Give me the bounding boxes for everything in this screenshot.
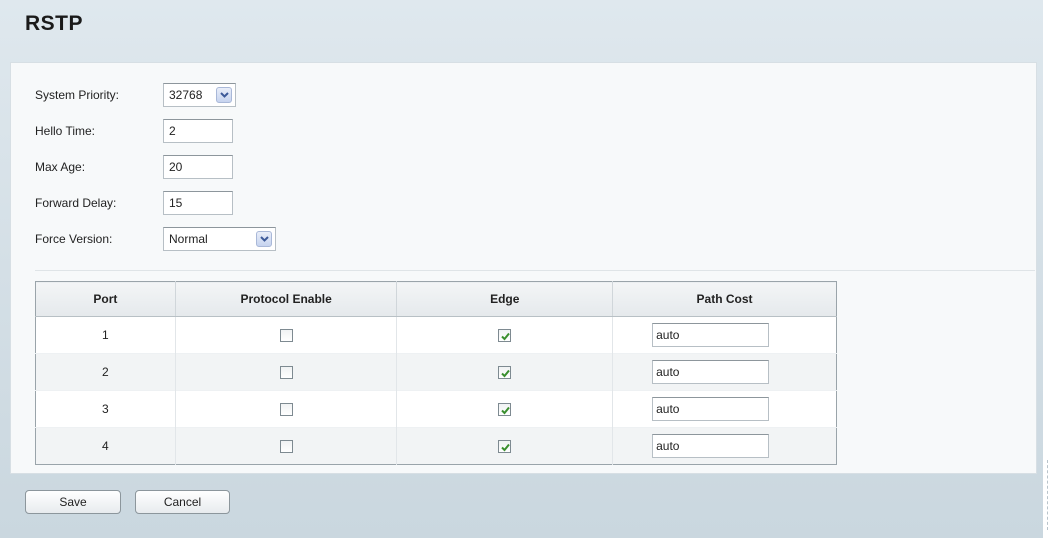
protocol-enable-checkbox[interactable]: [279, 329, 293, 343]
column-header-protocol-enable: Protocol Enable: [174, 281, 397, 317]
forward-delay-input[interactable]: [163, 191, 233, 215]
checkmark-icon: [501, 444, 511, 452]
path-cost-cell: [612, 316, 837, 354]
system-priority-row: System Priority: 32768: [35, 83, 236, 107]
checkmark-icon: [501, 333, 511, 341]
content-panel: System Priority: 32768 Hello Time: Max A…: [10, 62, 1037, 474]
protocol-enable-checkbox[interactable]: [279, 440, 293, 454]
path-cost-cell: [612, 353, 837, 391]
checkmark-icon: [501, 370, 511, 378]
force-version-select[interactable]: Normal: [163, 227, 276, 251]
edge-checkbox[interactable]: [498, 329, 512, 343]
checkmark-icon: [501, 407, 511, 415]
table-header-row: Port Protocol Enable Edge Path Cost: [35, 281, 837, 317]
column-header-path-cost: Path Cost: [612, 281, 837, 317]
path-cost-input[interactable]: [652, 360, 770, 384]
edge-checkbox[interactable]: [498, 403, 512, 417]
table-row: 2: [35, 353, 837, 391]
edge-checkbox[interactable]: [498, 366, 512, 380]
port-number: 2: [35, 353, 176, 391]
protocol-enable-cell: [174, 427, 397, 465]
rstp-page: RSTP System Priority: 32768 Hello Time: …: [0, 0, 1051, 538]
force-version-value: Normal: [169, 232, 208, 246]
protocol-enable-cell: [174, 353, 397, 391]
system-priority-label: System Priority:: [35, 88, 120, 102]
path-cost-input[interactable]: [652, 323, 770, 347]
port-table: Port Protocol Enable Edge Path Cost 1 au…: [35, 281, 837, 465]
table-row: 3: [35, 390, 837, 428]
path-cost-input[interactable]: [652, 397, 770, 421]
hello-time-input[interactable]: [163, 119, 233, 143]
page-edge: [1043, 0, 1051, 538]
force-version-row: Force Version: Normal: [35, 227, 276, 251]
protocol-enable-checkbox[interactable]: [279, 403, 293, 417]
port-number: 3: [35, 390, 176, 428]
edge-checkbox[interactable]: [498, 440, 512, 454]
table-row: 1: [35, 316, 837, 354]
page-title: RSTP: [25, 12, 84, 35]
column-header-edge: Edge: [396, 281, 613, 317]
port-number: 1: [35, 316, 176, 354]
system-priority-value: 32768: [169, 88, 203, 102]
section-divider: [35, 270, 1035, 271]
forward-delay-label: Forward Delay:: [35, 196, 117, 210]
port-number: 4: [35, 427, 176, 465]
max-age-row: Max Age:: [35, 155, 233, 179]
hello-time-label: Hello Time:: [35, 124, 96, 138]
chevron-down-icon[interactable]: [216, 87, 232, 103]
column-header-port: Port: [35, 281, 176, 317]
protocol-enable-cell: [174, 390, 397, 428]
path-cost-input[interactable]: [652, 434, 770, 458]
path-cost-cell: [612, 390, 837, 428]
edge-cell: [396, 316, 613, 354]
hello-time-row: Hello Time:: [35, 119, 233, 143]
cancel-button[interactable]: Cancel: [135, 490, 230, 514]
chevron-down-icon[interactable]: [256, 231, 272, 247]
save-button[interactable]: Save: [25, 490, 121, 514]
forward-delay-row: Forward Delay:: [35, 191, 233, 215]
table-row: 4: [35, 427, 837, 465]
system-priority-select[interactable]: 32768: [163, 83, 236, 107]
edge-cell: [396, 390, 613, 428]
protocol-enable-cell: [174, 316, 397, 354]
max-age-input[interactable]: [163, 155, 233, 179]
protocol-enable-checkbox[interactable]: [279, 366, 293, 380]
force-version-label: Force Version:: [35, 232, 113, 246]
edge-cell: [396, 427, 613, 465]
edge-cell: [396, 353, 613, 391]
max-age-label: Max Age:: [35, 160, 86, 174]
path-cost-cell: [612, 427, 837, 465]
